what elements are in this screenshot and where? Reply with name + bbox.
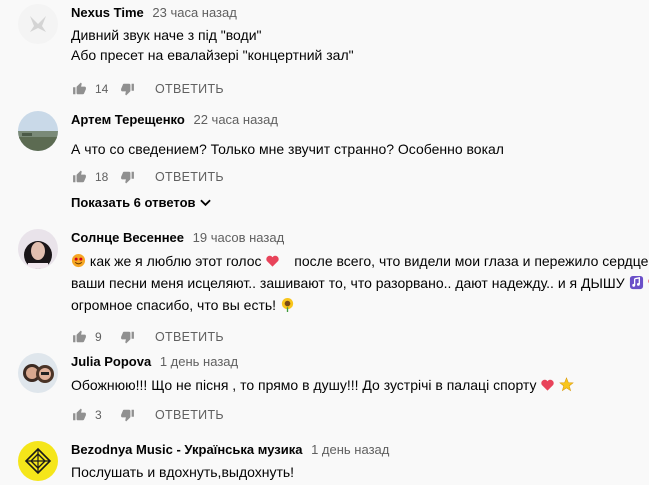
comment-line: огромное спасибо, что вы есть! — [71, 295, 641, 317]
comment-text: А что со сведением? Только мне звучит ст… — [71, 139, 641, 159]
avatar[interactable] — [18, 441, 58, 481]
comment-line: Дивний звук наче з під "води" — [71, 27, 262, 43]
like-count: 18 — [95, 170, 109, 184]
comment-time[interactable]: 1 день назад — [160, 354, 238, 369]
thumb-down-icon[interactable] — [119, 407, 135, 423]
avatar[interactable] — [18, 229, 58, 269]
comment-line: как же я люблю этот голос после всего, ч… — [71, 251, 649, 273]
avatar[interactable] — [18, 111, 58, 151]
comment-text-part: огромное спасибо, что вы есть! — [71, 297, 277, 313]
reply-button[interactable]: ОТВЕТИТЬ — [155, 170, 224, 184]
thumb-up-icon[interactable] — [71, 81, 87, 97]
comment-author[interactable]: Солнце Весеннее — [71, 230, 184, 245]
comment-text-part: Обожнюю!!! Що не пісня , то прямо в душу… — [71, 377, 537, 393]
thumb-up-icon[interactable] — [71, 329, 87, 345]
comment-time[interactable]: 1 день назад — [311, 442, 389, 457]
chevron-down-icon — [199, 195, 211, 210]
sunflower-emoji-icon — [280, 297, 295, 317]
comment-line: ваши песни меня исцеляют.. зашивают то, … — [71, 273, 649, 295]
reply-button[interactable]: ОТВЕТИТЬ — [155, 408, 224, 422]
comment-text: как же я люблю этот голос после всего, ч… — [71, 251, 649, 317]
star-emoji-icon — [559, 377, 575, 397]
comment-text-part: как же я люблю этот голос — [89, 253, 262, 269]
comment-text: Послушать и вдохнуть,выдохнуть! — [71, 462, 641, 482]
comment-author[interactable]: Nexus Time — [71, 5, 144, 20]
comment-time[interactable]: 23 часа назад — [152, 5, 236, 20]
reply-button[interactable]: ОТВЕТИТЬ — [155, 82, 224, 96]
show-replies-label: Показать 6 ответов — [71, 195, 196, 210]
comment-text-part: после всего, что видели мои глаза и пере… — [294, 253, 649, 269]
thumb-down-icon[interactable] — [119, 81, 135, 97]
comment-time[interactable]: 22 часа назад — [193, 112, 277, 127]
show-replies-button[interactable]: Показать 6 ответов — [71, 195, 641, 210]
thumb-down-icon[interactable] — [119, 169, 135, 185]
heart-emoji-icon — [265, 253, 280, 273]
music-emoji-icon — [629, 275, 644, 295]
comment-author[interactable]: Bezodnya Music - Українська музика — [71, 442, 302, 457]
heart-emoji-icon — [540, 377, 555, 397]
comment-line: Обожнюю!!! Що не пісня , то прямо в душу… — [71, 375, 641, 397]
comment-author[interactable]: Артем Терещенко — [71, 112, 185, 127]
comment-time[interactable]: 19 часов назад — [193, 230, 285, 245]
thumb-up-icon[interactable] — [71, 169, 87, 185]
comment-line: Послушать и вдохнуть,выдохнуть! — [71, 464, 295, 480]
comment-text: Дивний звук наче з під "води" Або пресет… — [71, 25, 641, 65]
comment-author[interactable]: Julia Popova — [71, 354, 151, 369]
like-count: 3 — [95, 408, 102, 422]
like-count: 9 — [95, 330, 102, 344]
comment-text-part: ваши песни меня исцеляют.. зашивают то, … — [71, 275, 625, 291]
reply-button[interactable]: ОТВЕТИТЬ — [155, 330, 224, 344]
comment-text: Обожнюю!!! Що не пісня , то прямо в душу… — [71, 375, 641, 397]
avatar[interactable] — [18, 353, 58, 393]
smile-emoji-icon — [71, 253, 86, 273]
comment-line: Або пресет на евалайзері "концертний зал… — [71, 47, 354, 63]
comment-line: А что со сведением? Только мне звучит ст… — [71, 141, 504, 157]
thumb-up-icon[interactable] — [71, 407, 87, 423]
thumb-down-icon[interactable] — [119, 329, 135, 345]
like-count: 14 — [95, 82, 109, 96]
avatar[interactable] — [18, 4, 58, 44]
